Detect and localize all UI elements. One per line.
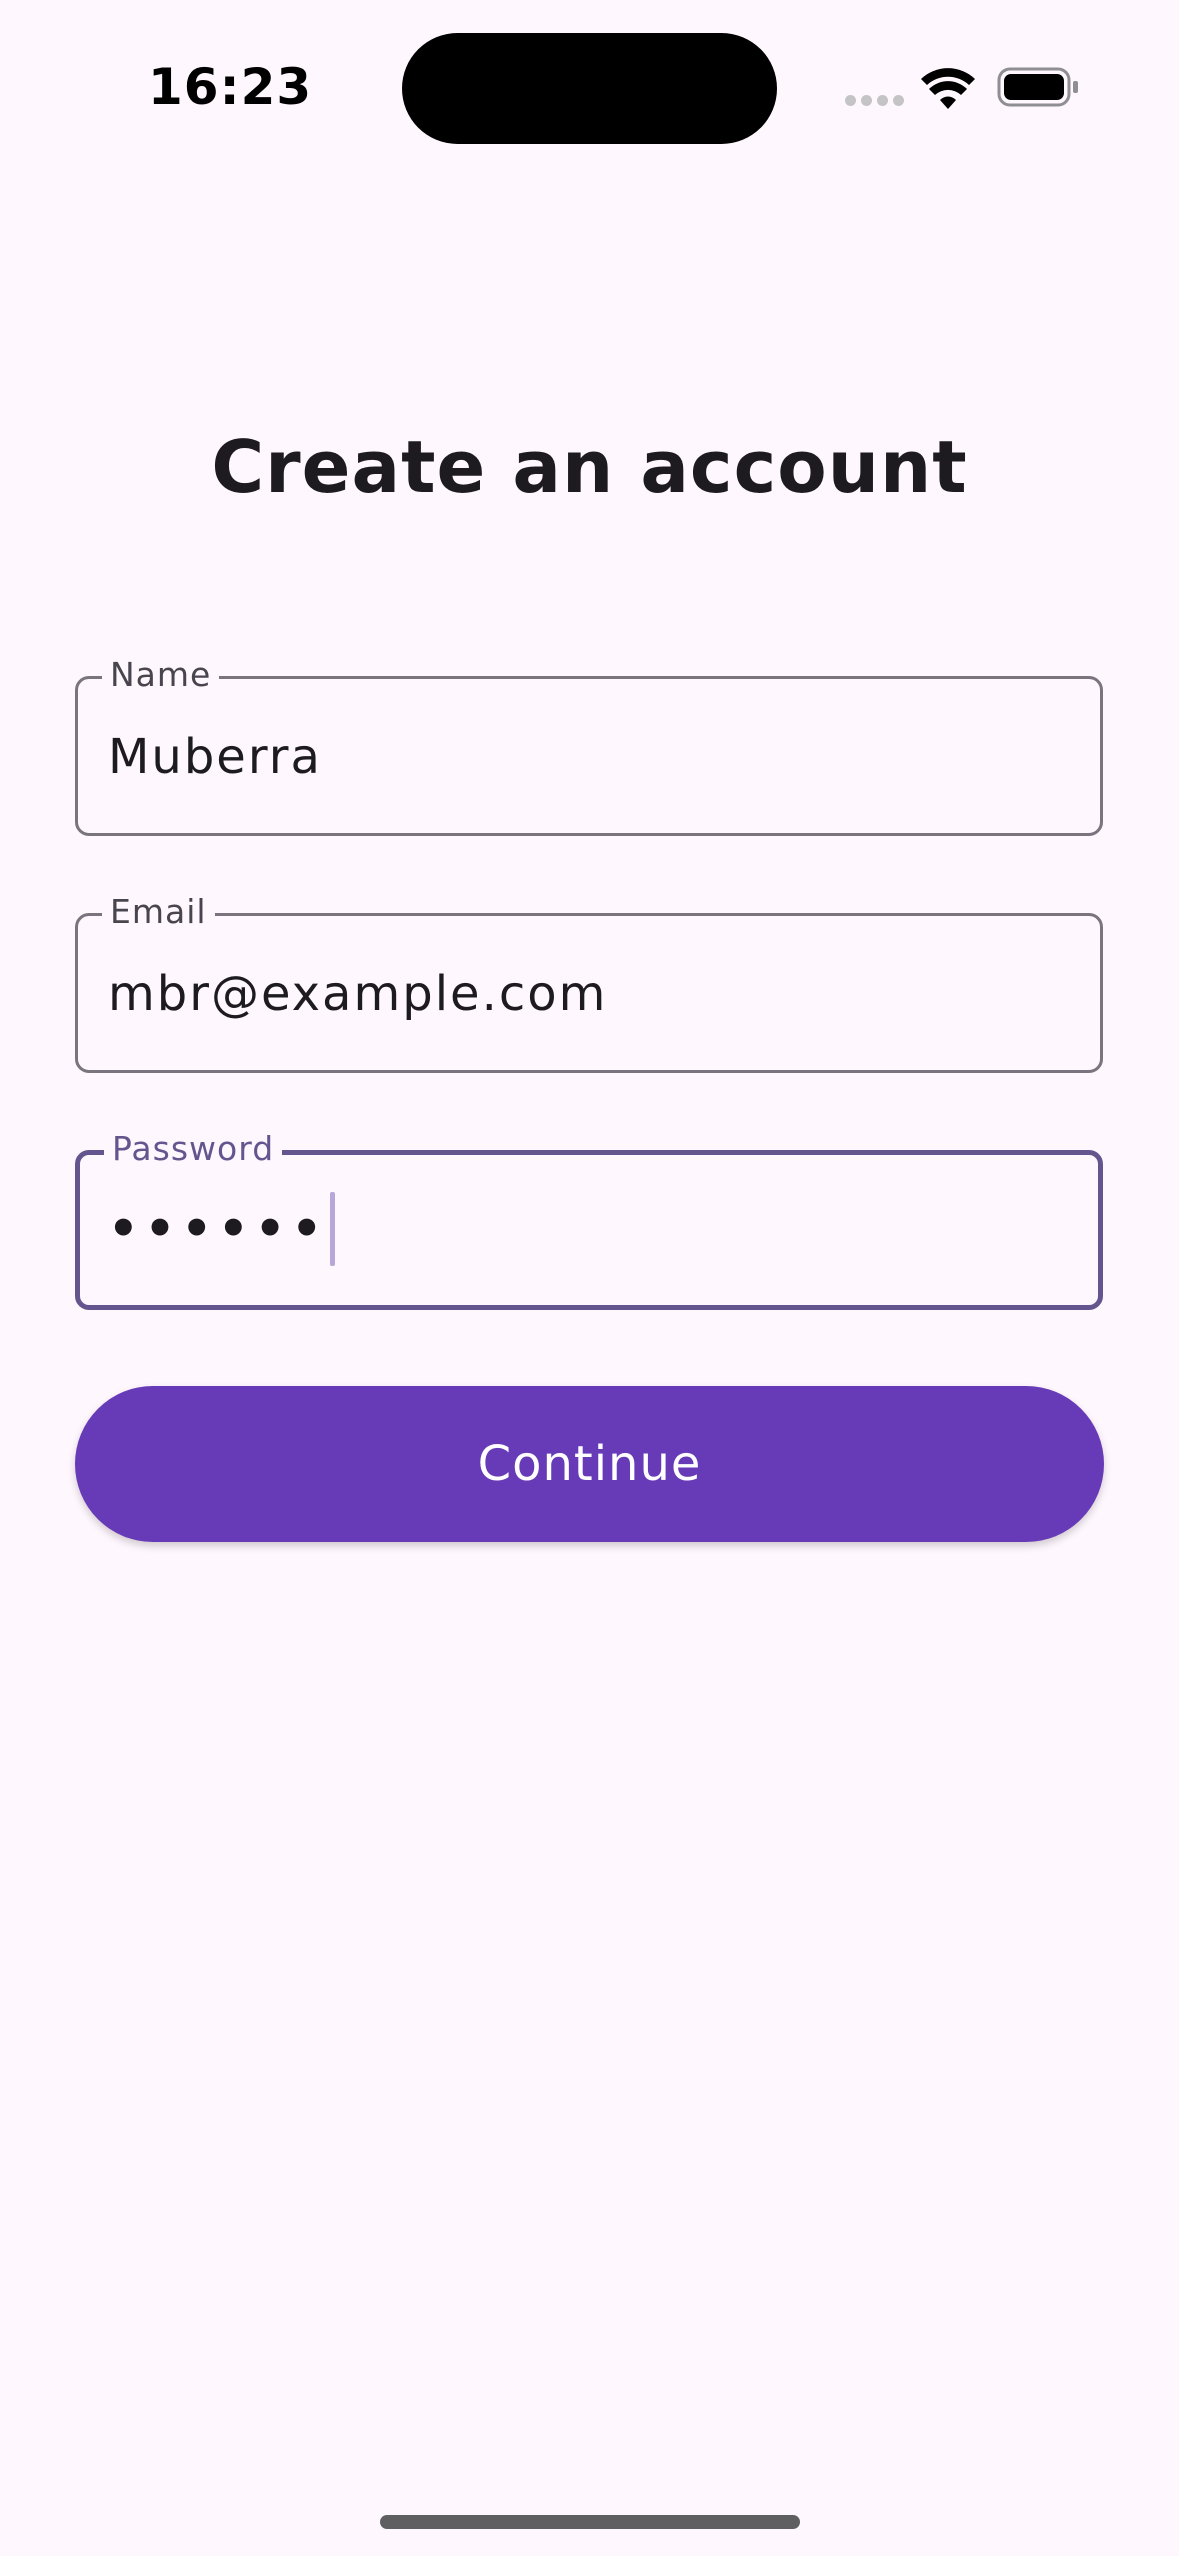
status-bar: 16:23 bbox=[0, 0, 1179, 150]
name-field[interactable]: Name Muberra bbox=[75, 653, 1103, 836]
wifi-icon bbox=[921, 68, 975, 109]
status-time: 16:23 bbox=[148, 58, 313, 116]
name-value: Muberra bbox=[108, 729, 322, 785]
name-label: Name bbox=[102, 653, 220, 697]
password-dots: •••••• bbox=[108, 1201, 329, 1257]
email-field[interactable]: Email mbr@example.com bbox=[75, 890, 1103, 1073]
continue-button[interactable]: Continue bbox=[75, 1386, 1104, 1542]
cellular-signal-icon bbox=[845, 95, 904, 106]
text-cursor bbox=[330, 1192, 336, 1266]
page-title: Create an account bbox=[211, 425, 968, 509]
battery-icon bbox=[997, 67, 1078, 107]
password-label: Password bbox=[104, 1127, 283, 1171]
home-indicator[interactable] bbox=[380, 2515, 800, 2529]
password-value: •••••• bbox=[108, 1189, 336, 1269]
password-field[interactable]: Password •••••• bbox=[75, 1127, 1103, 1310]
email-label: Email bbox=[102, 890, 215, 934]
email-value: mbr@example.com bbox=[108, 966, 608, 1022]
dynamic-island bbox=[402, 33, 777, 144]
